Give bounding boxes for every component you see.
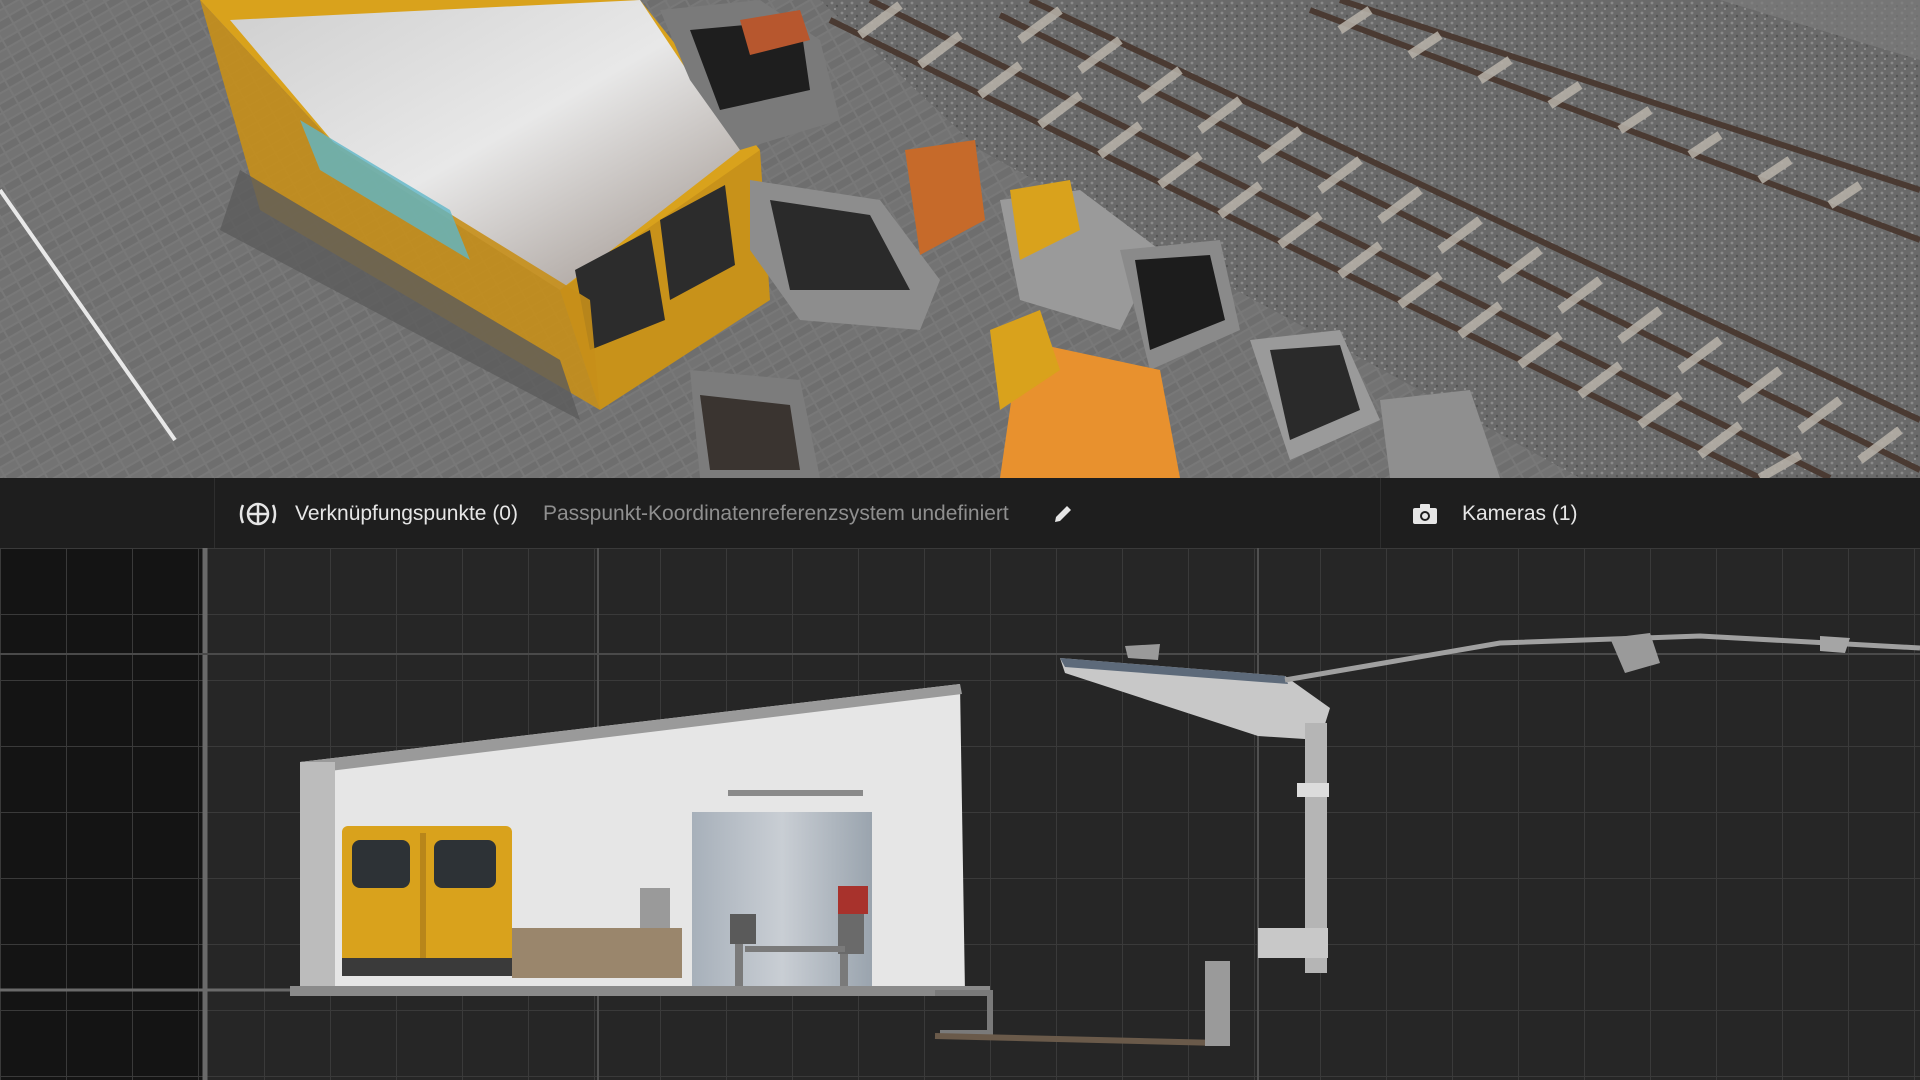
toolbar-divider (214, 478, 215, 548)
pencil-icon[interactable] (1043, 498, 1083, 530)
crs-status-text: Passpunkt-Koordinatenreferenzsystem unde… (543, 502, 1009, 525)
cameras-button[interactable]: Kameras (1) (1462, 502, 1578, 526)
toolbar-divider (1380, 478, 1381, 548)
camera-icon[interactable] (1405, 498, 1445, 530)
crosshair-target-icon[interactable] (238, 498, 278, 530)
aerial-3d-viewport[interactable] (0, 0, 1920, 478)
tie-points-button[interactable]: Verknüpfungspunkte (0) (295, 502, 518, 526)
view-toolbar: Verknüpfungspunkte (0) Passpunkt-Koordin… (0, 478, 1920, 549)
cross-section-viewport[interactable] (0, 548, 1920, 1080)
